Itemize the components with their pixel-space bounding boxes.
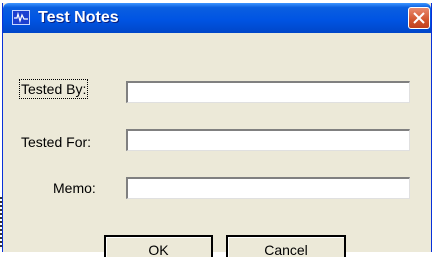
window-title: Test Notes [38,9,119,26]
window-edge-divider [0,197,4,247]
memo-label: Memo: [53,180,96,196]
test-notes-dialog: Test Notes Tested By: Tested For: Memo: … [2,3,432,258]
tested-by-label: Tested By: [18,79,89,99]
ok-button[interactable]: OK [104,235,213,258]
cancel-button[interactable]: Cancel [226,235,346,258]
tested-for-label: Tested For: [21,134,92,150]
memo-field[interactable] [126,177,410,199]
close-icon [413,12,425,24]
waveform-icon [12,10,30,25]
close-button[interactable] [408,7,430,29]
title-bar[interactable]: Test Notes [3,3,431,33]
tested-for-field[interactable] [126,129,410,151]
tested-by-field[interactable] [126,81,410,103]
